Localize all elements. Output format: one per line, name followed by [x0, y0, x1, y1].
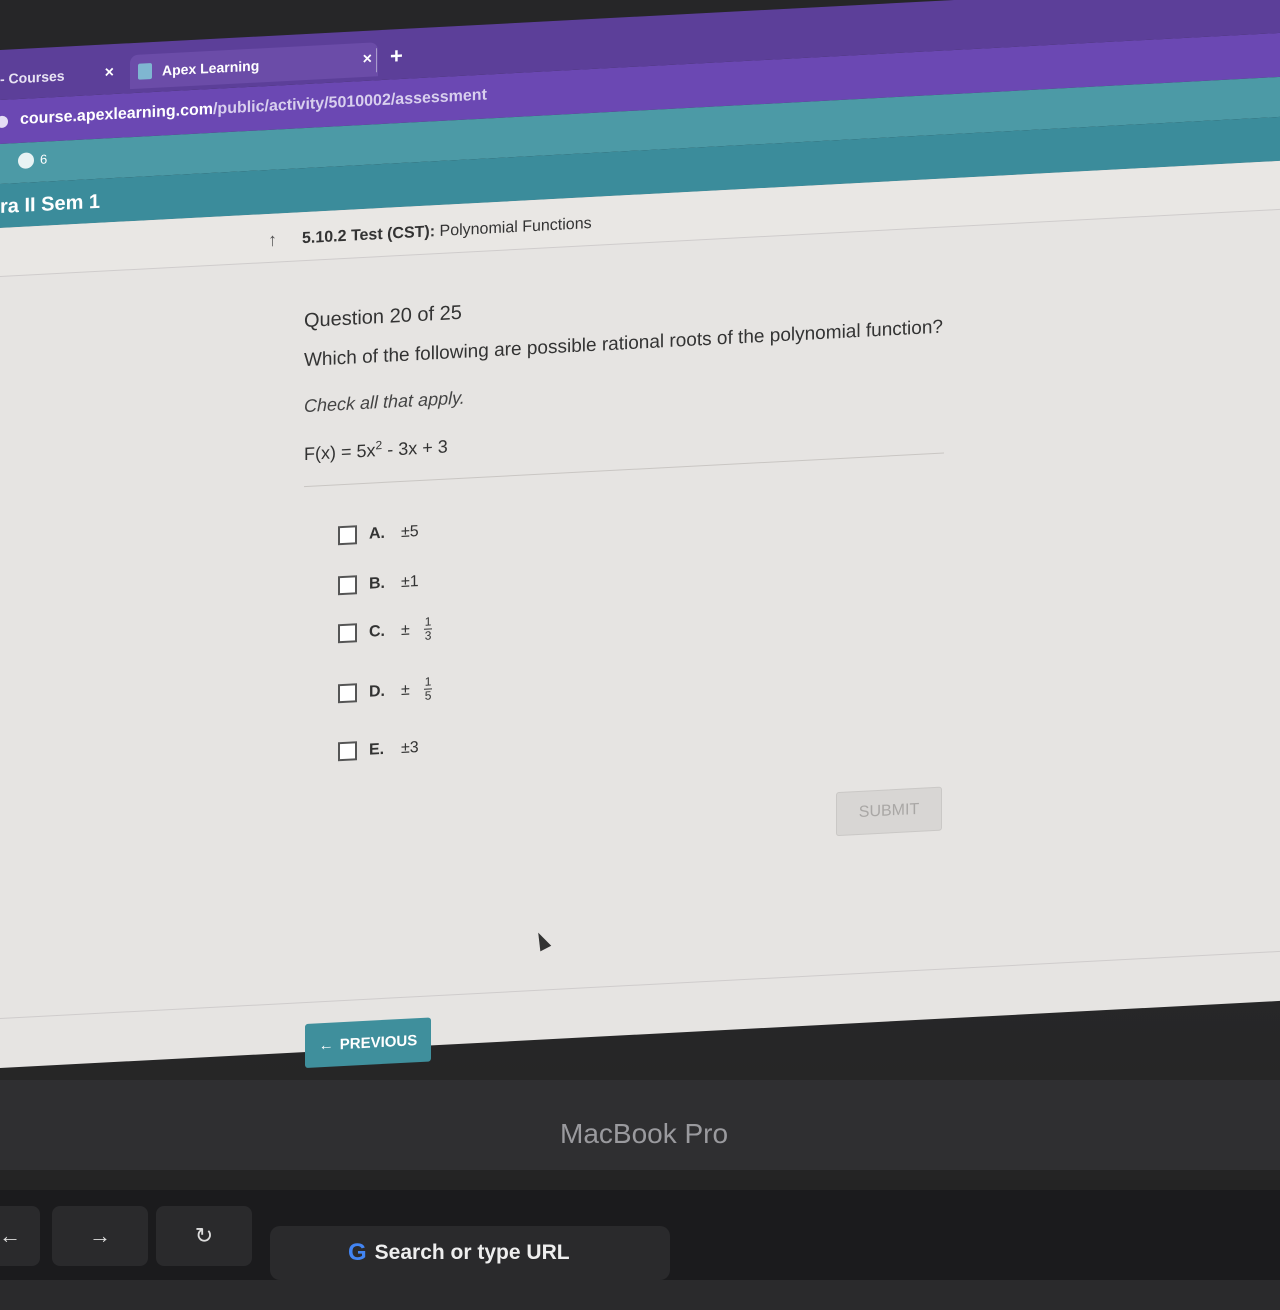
footer-divider: [0, 950, 1280, 1019]
google-icon: G: [348, 1239, 367, 1266]
touchbar-url-field[interactable]: G Search or type URL: [270, 1226, 670, 1280]
polynomial-formula: F(x) = 5x2 - 3x + 3: [304, 435, 448, 466]
checkbox[interactable]: [338, 525, 357, 546]
choice-value: ±5: [401, 522, 419, 541]
checkbox[interactable]: [338, 575, 357, 596]
checkbox[interactable]: [338, 623, 357, 644]
choice-value: ±1: [401, 572, 419, 591]
new-tab-button[interactable]: +: [390, 43, 403, 70]
assessment-page: ↑ 5.10.2 Test (CST): Polynomial Function…: [0, 160, 1280, 1069]
choice-a[interactable]: A. ±5: [338, 522, 419, 546]
denominator: 3: [424, 628, 432, 643]
up-arrow-icon[interactable]: ↑: [268, 229, 277, 250]
reload-key-icon[interactable]: ↻: [156, 1206, 252, 1266]
denominator: 5: [424, 688, 432, 703]
forward-key-icon[interactable]: →: [52, 1206, 148, 1266]
choice-letter: D.: [369, 682, 385, 701]
breadcrumb-text: 5.10.2 Test (CST): Polynomial Functions: [302, 215, 592, 248]
url-path: /public/activity/5010002/assessment: [212, 86, 487, 118]
course-title: ra II Sem 1: [0, 190, 101, 218]
arrow-left-icon: ←: [318, 1036, 334, 1054]
choice-b[interactable]: B. ±1: [338, 572, 419, 596]
activity-name: Polynomial Functions: [439, 214, 592, 240]
choice-sign: ±: [401, 621, 410, 639]
activity-code: 5.10.2: [302, 227, 347, 248]
activity-type: Test (CST):: [350, 223, 436, 245]
device-brand: MacBook Pro: [560, 1118, 729, 1149]
extension-badge: 6: [40, 151, 48, 167]
checkbox[interactable]: [338, 741, 357, 762]
fraction: 1 5: [423, 674, 433, 703]
choice-c[interactable]: C. ± 1 3: [338, 614, 433, 647]
formula-left: F(x) = 5x: [304, 440, 376, 465]
url-host: course.apexlearning.com: [20, 100, 213, 128]
mouse-cursor-icon: [532, 929, 552, 952]
question-instruction: Check all that apply.: [304, 387, 465, 417]
fraction: 1 3: [423, 614, 433, 643]
close-icon[interactable]: ×: [105, 64, 120, 83]
lock-icon: [0, 115, 8, 129]
tab-courses[interactable]: - Courses ×: [0, 56, 120, 96]
previous-label: PREVIOUS: [339, 1031, 418, 1053]
choice-value: ±3: [401, 738, 419, 757]
tab-label: - Courses: [0, 67, 65, 87]
choice-letter: B.: [369, 574, 385, 593]
touchbar-url-label: Search or type URL: [374, 1241, 570, 1264]
choice-letter: A.: [369, 524, 385, 543]
formula-right: - 3x + 3: [382, 436, 448, 460]
tab-divider: [376, 48, 377, 73]
extension-icon[interactable]: [18, 152, 34, 170]
previous-button[interactable]: ← PREVIOUS: [305, 1017, 431, 1069]
choice-sign: ±: [401, 681, 410, 699]
choice-letter: C.: [369, 622, 385, 641]
choice-letter: E.: [369, 740, 385, 759]
choice-d[interactable]: D. ± 1 5: [338, 674, 433, 707]
tab-label: Apex Learning: [162, 57, 260, 79]
submit-button[interactable]: SUBMIT: [836, 786, 942, 837]
checkbox[interactable]: [338, 683, 357, 704]
question-number: Question 20 of 25: [304, 301, 462, 333]
bookmark-icon: [138, 63, 152, 80]
back-key-icon[interactable]: ←: [0, 1206, 40, 1266]
choice-e[interactable]: E. ±3: [338, 738, 419, 762]
